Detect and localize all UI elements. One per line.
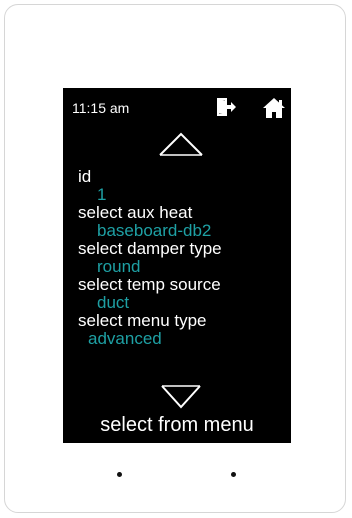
setting-label: select aux heat [78,203,193,222]
touch-screen: 11:15 am id 1 select aux heat baseboard-… [63,88,291,443]
device-frame: 11:15 am id 1 select aux heat baseboard-… [4,4,346,513]
setting-value: 1 [97,185,107,204]
indicator-dot-right [231,472,236,477]
setting-item-id[interactable]: id 1 [78,168,288,204]
exit-door-icon[interactable] [215,96,237,118]
setting-label: id [78,167,92,186]
setting-item-damper-type[interactable]: select damper type round [78,240,288,276]
setting-value: advanced [88,329,162,348]
setting-item-aux-heat[interactable]: select aux heat baseboard-db2 [78,204,288,240]
setting-label: select temp source [78,275,221,294]
scroll-up-arrow-icon[interactable] [158,130,204,158]
clock-time: 11:15 am [72,100,130,116]
indicator-dot-left [117,472,122,477]
home-icon[interactable] [262,97,286,119]
settings-list: id 1 select aux heat baseboard-db2 selec… [78,168,288,348]
setting-value: round [97,257,141,276]
setting-label: select damper type [78,239,222,258]
footer-prompt: select from menu [100,414,254,436]
setting-label: select menu type [78,311,207,330]
scroll-down-arrow-icon[interactable] [160,384,202,410]
setting-item-temp-source[interactable]: select temp source duct [78,276,288,312]
setting-value: duct [97,293,130,312]
setting-item-menu-type[interactable]: select menu type advanced [78,312,288,348]
setting-value: baseboard-db2 [97,221,212,240]
